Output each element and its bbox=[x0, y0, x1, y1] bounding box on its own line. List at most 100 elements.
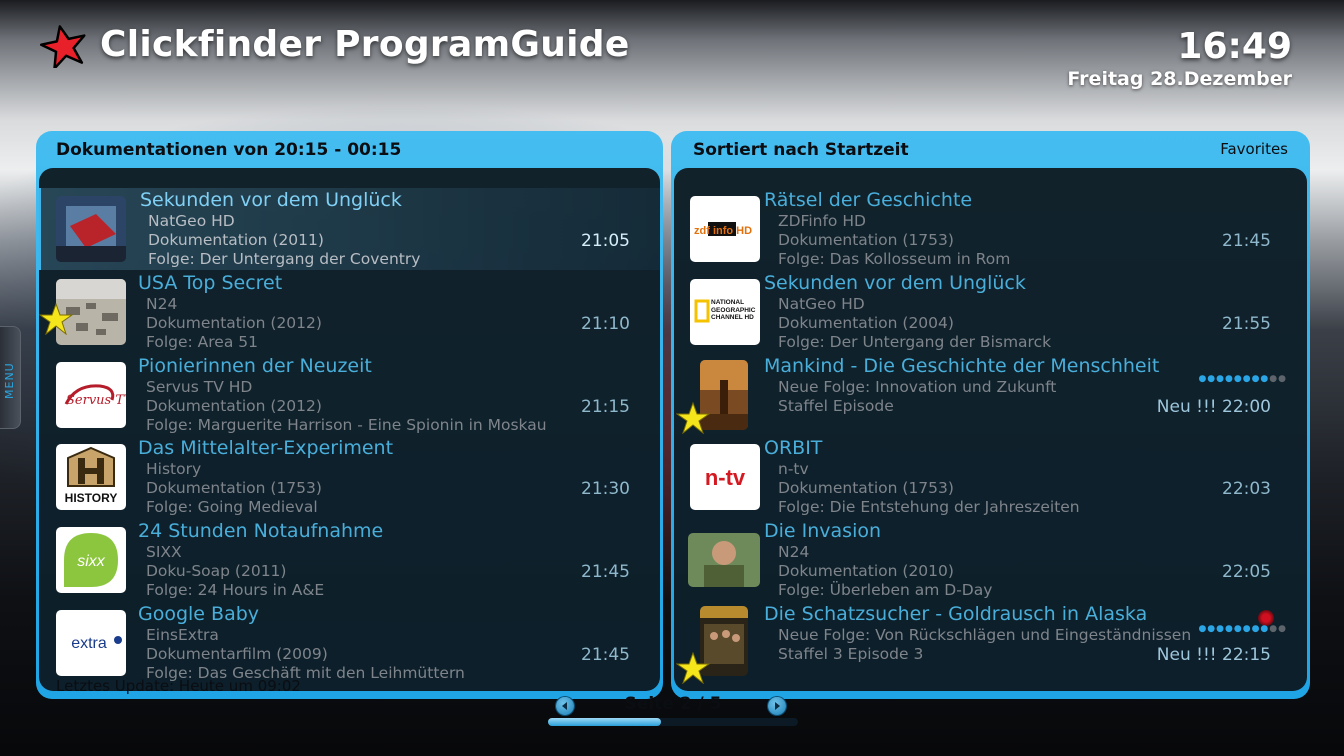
logo-text: NATIONAL GEOGRAPHIC CHANNEL HD bbox=[711, 299, 756, 321]
program-episode: Folge: Überleben am D-Day bbox=[778, 581, 993, 599]
program-genre: Dokumentation (2011) bbox=[148, 231, 324, 249]
program-genre: Dokumentation (1753) bbox=[146, 479, 322, 497]
logo-text: sixx bbox=[77, 553, 106, 570]
program-channel: EinsExtra bbox=[146, 626, 219, 644]
list-item[interactable]: HISTORY Das Mittelalter-Experiment Histo… bbox=[39, 436, 660, 518]
program-episode: Folge: Der Untergang der Bismarck bbox=[778, 333, 1052, 351]
program-thumbnail bbox=[56, 196, 126, 262]
list-item[interactable]: USA Top Secret N24 Dokumentation (2012) … bbox=[39, 271, 660, 353]
einsextra-logo: extra bbox=[56, 610, 126, 676]
program-start-time: 21:45 bbox=[581, 645, 630, 665]
program-channel: ZDFinfo HD bbox=[778, 212, 866, 230]
list-item[interactable]: Servus TV HD Pionierinnen der Neuzeit Se… bbox=[39, 354, 660, 436]
favorite-star-icon bbox=[676, 652, 710, 684]
program-start-time: 21:55 bbox=[1222, 314, 1271, 334]
program-channel: N24 bbox=[146, 295, 178, 313]
natgeo-logo: NATIONAL GEOGRAPHIC CHANNEL HD bbox=[690, 279, 760, 345]
program-episode: Folge: 24 Hours in A&E bbox=[146, 581, 325, 599]
program-episode: Folge: Area 51 bbox=[146, 333, 258, 351]
program-channel: N24 bbox=[778, 543, 810, 561]
program-start-time: 21:45 bbox=[1222, 231, 1271, 251]
program-episode: Folge: Das Kollosseum in Rom bbox=[778, 250, 1011, 268]
program-title: Google Baby bbox=[138, 603, 260, 625]
right-program-list: zdf info HD Rätsel der Geschichte ZDFinf… bbox=[674, 168, 1307, 691]
favorite-star-icon bbox=[39, 303, 73, 335]
program-episode: Folge: Marguerite Harrison - Eine Spioni… bbox=[146, 416, 547, 434]
program-title: USA Top Secret bbox=[138, 272, 283, 294]
program-start-time: 21:05 bbox=[581, 231, 630, 251]
logo-text: HISTORY bbox=[65, 491, 118, 505]
list-item[interactable]: zdf info HD Rätsel der Geschichte ZDFinf… bbox=[674, 188, 1307, 270]
program-episode-title: Neue Folge: Von Rückschlägen und Eingest… bbox=[778, 626, 1192, 644]
list-item[interactable]: sixx 24 Stunden Notaufnahme SIXX Doku-So… bbox=[39, 519, 660, 601]
sixx-logo: sixx bbox=[56, 527, 126, 593]
page-indicator: Seite 2 / 5 bbox=[624, 694, 722, 714]
list-item[interactable]: Sekunden vor dem Unglück NatGeo HD Dokum… bbox=[39, 188, 660, 270]
program-title: Die Invasion bbox=[764, 520, 882, 542]
right-panel: Sortiert nach Startzeit Favorites zdf in… bbox=[671, 131, 1310, 699]
program-title: ORBIT bbox=[764, 437, 823, 459]
favorite-star-icon bbox=[676, 402, 710, 434]
program-season-episode: Staffel Episode bbox=[778, 397, 894, 415]
logo-text: zdf info HD bbox=[694, 225, 752, 237]
program-title: Sekunden vor dem Unglück bbox=[140, 189, 402, 211]
list-item[interactable]: Die Schatzsucher - Goldrausch in Alaska … bbox=[674, 602, 1307, 684]
list-item[interactable]: Die Invasion N24 Dokumentation (2010) Fo… bbox=[674, 519, 1307, 601]
program-title: Das Mittelalter-Experiment bbox=[138, 437, 394, 459]
list-item[interactable]: NATIONAL GEOGRAPHIC CHANNEL HD Sekunden … bbox=[674, 271, 1307, 353]
clock-date: Freitag 28.Dezember bbox=[1067, 68, 1292, 90]
program-episode: Folge: Der Untergang der Coventry bbox=[148, 250, 421, 268]
left-panel-header: Dokumentationen von 20:15 - 00:15 bbox=[56, 140, 402, 160]
history-logo: HISTORY bbox=[56, 444, 126, 510]
program-episode-title: Neue Folge: Innovation und Zukunft bbox=[778, 378, 1057, 396]
page-scrollbar-thumb[interactable] bbox=[548, 718, 661, 726]
list-item[interactable]: Mankind - Die Geschichte der Menschheit … bbox=[674, 354, 1307, 436]
program-title: Rätsel der Geschichte bbox=[764, 189, 973, 211]
program-season-episode: Staffel 3 Episode 3 bbox=[778, 645, 924, 663]
program-title: Pionierinnen der Neuzeit bbox=[138, 355, 372, 377]
clock-time: 16:49 bbox=[1177, 26, 1292, 67]
program-genre: Dokumentarfilm (2009) bbox=[146, 645, 328, 663]
program-genre: Doku-Soap (2011) bbox=[146, 562, 287, 580]
program-genre: Dokumentation (2012) bbox=[146, 397, 322, 415]
program-channel: Servus TV HD bbox=[146, 378, 253, 396]
zdfinfo-logo: zdf info HD bbox=[690, 196, 760, 262]
program-channel: NatGeo HD bbox=[778, 295, 865, 313]
arrow-right-icon bbox=[775, 702, 780, 710]
next-page-button[interactable] bbox=[768, 697, 786, 715]
left-panel: Dokumentationen von 20:15 - 00:15 Sekund… bbox=[36, 131, 663, 699]
program-episode: Folge: Going Medieval bbox=[146, 498, 318, 516]
program-start-time: 22:03 bbox=[1222, 479, 1271, 499]
program-genre: Dokumentation (2004) bbox=[778, 314, 954, 332]
program-title: Mankind - Die Geschichte der Menschheit bbox=[764, 355, 1160, 377]
program-start-time: 21:45 bbox=[581, 562, 630, 582]
program-start-time: 21:10 bbox=[581, 314, 630, 334]
program-start-time: 21:15 bbox=[581, 397, 630, 417]
program-title: 24 Stunden Notaufnahme bbox=[138, 520, 384, 542]
last-update-status: Letztes Update: Heute um 09:02 bbox=[56, 677, 301, 695]
program-episode: Folge: Die Entstehung der Jahreszeiten bbox=[778, 498, 1080, 516]
program-start-time: Neu !!! 22:00 bbox=[1156, 397, 1271, 417]
right-panel-header: Sortiert nach Startzeit bbox=[693, 140, 909, 160]
side-menu-label: MENU bbox=[3, 362, 16, 399]
program-title: Die Schatzsucher - Goldrausch in Alaska bbox=[764, 603, 1148, 625]
rating-dots: ●●●●●●●●●● bbox=[1198, 374, 1287, 384]
app-title: Clickfinder ProgramGuide bbox=[100, 24, 630, 65]
program-title: Sekunden vor dem Unglück bbox=[764, 272, 1026, 294]
ntv-logo: n-tv bbox=[690, 444, 760, 510]
left-program-list: Sekunden vor dem Unglück NatGeo HD Dokum… bbox=[39, 168, 660, 691]
side-menu-tab[interactable]: MENU bbox=[0, 326, 21, 429]
program-start-time: 21:30 bbox=[581, 479, 630, 499]
program-channel: NatGeo HD bbox=[148, 212, 235, 230]
program-genre: Dokumentation (1753) bbox=[778, 231, 954, 249]
program-thumbnail bbox=[688, 533, 760, 587]
list-item[interactable]: n-tv ORBIT n-tv Dokumentation (1753) Fol… bbox=[674, 436, 1307, 518]
program-channel: SIXX bbox=[146, 543, 182, 561]
logo-text: n-tv bbox=[705, 465, 746, 490]
program-channel: n-tv bbox=[778, 460, 809, 478]
program-start-time: 22:05 bbox=[1222, 562, 1271, 582]
servus-tv-logo: Servus TV HD bbox=[56, 362, 126, 428]
rating-dots: ●●●●●●●●●● bbox=[1198, 624, 1287, 634]
favorites-button[interactable]: Favorites bbox=[1220, 140, 1288, 158]
logo-text: extra bbox=[71, 635, 107, 652]
